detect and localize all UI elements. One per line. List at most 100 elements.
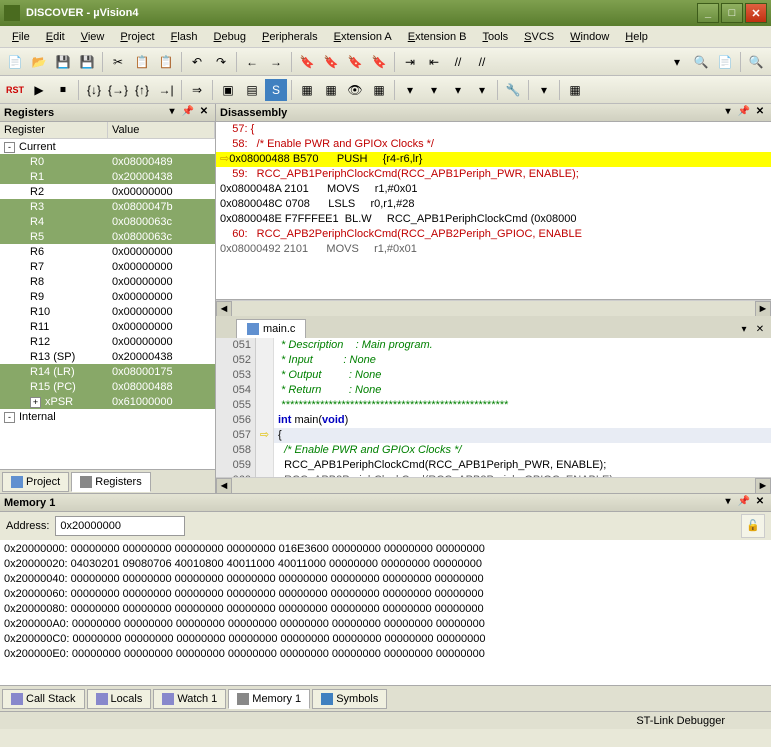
- memory-window-icon[interactable]: ▦: [368, 79, 390, 101]
- menu-window[interactable]: Window: [562, 29, 617, 45]
- source-line[interactable]: {: [274, 428, 771, 443]
- src-dropdown-icon[interactable]: ▾: [737, 324, 751, 338]
- call-stack-icon[interactable]: ▦: [320, 79, 342, 101]
- memory-row[interactable]: 0x20000060: 00000000 00000000 00000000 0…: [4, 587, 767, 602]
- serial-window-icon[interactable]: ▾: [399, 79, 421, 101]
- save-all-icon[interactable]: 💾: [76, 51, 98, 73]
- register-row[interactable]: -Current: [0, 139, 215, 154]
- memory-view[interactable]: 0x20000000: 00000000 00000000 00000000 0…: [0, 540, 771, 685]
- menu-edit[interactable]: Edit: [38, 29, 73, 45]
- register-row[interactable]: R15 (PC)0x08000488: [0, 379, 215, 394]
- address-input[interactable]: [55, 516, 185, 536]
- menu-peripherals[interactable]: Peripherals: [254, 29, 326, 45]
- undo-icon[interactable]: ↶: [186, 51, 208, 73]
- register-row[interactable]: R14 (LR)0x08000175: [0, 364, 215, 379]
- tree-expander[interactable]: -: [4, 412, 15, 423]
- disasm-line[interactable]: 60: RCC_APB2PeriphClockCmd(RCC_APB2Perip…: [216, 227, 771, 242]
- indent-icon[interactable]: ⇥: [399, 51, 421, 73]
- close-button[interactable]: ✕: [745, 3, 767, 23]
- register-row[interactable]: R80x00000000: [0, 274, 215, 289]
- tab-project[interactable]: Project: [2, 472, 69, 492]
- bookmark-icon[interactable]: 🔖: [296, 51, 318, 73]
- register-row[interactable]: R40x0800063c: [0, 214, 215, 229]
- tab-memory-1[interactable]: Memory 1: [228, 689, 310, 709]
- menu-help[interactable]: Help: [617, 29, 656, 45]
- reg-header-name[interactable]: Register: [0, 122, 108, 138]
- find-in-files-icon[interactable]: 📄: [714, 51, 736, 73]
- disassembly-view[interactable]: 57: { 58: /* Enable PWR and GPIOx Clocks…: [216, 122, 771, 300]
- disasm-window-icon[interactable]: ▤: [241, 79, 263, 101]
- disasm-line[interactable]: 59: RCC_APB1PeriphClockCmd(RCC_APB1Perip…: [216, 167, 771, 182]
- memory-row[interactable]: 0x20000040: 00000000 00000000 00000000 0…: [4, 572, 767, 587]
- fold-gutter[interactable]: ⇨: [256, 338, 274, 477]
- new-file-icon[interactable]: 📄: [4, 51, 26, 73]
- memory-row[interactable]: 0x200000A0: 00000000 00000000 00000000 0…: [4, 617, 767, 632]
- step-into-icon[interactable]: {↓}: [83, 79, 105, 101]
- source-editor[interactable]: 051052053054055056057058059060 ⇨ * Descr…: [216, 338, 771, 477]
- register-row[interactable]: -Internal: [0, 409, 215, 424]
- peripherals-icon[interactable]: ▦: [564, 79, 586, 101]
- disasm-line[interactable]: 0x08000492 2101 MOVS r1,#0x01: [216, 242, 771, 257]
- menu-file[interactable]: File: [4, 29, 38, 45]
- scroll-right-icon[interactable]: ►: [755, 301, 771, 317]
- bookmark-clear-icon[interactable]: 🔖: [368, 51, 390, 73]
- source-line[interactable]: int main(void): [274, 413, 771, 428]
- watch-window-icon[interactable]: 👁: [344, 79, 366, 101]
- bookmark-next-icon[interactable]: 🔖: [344, 51, 366, 73]
- register-row[interactable]: R30x0800047b: [0, 199, 215, 214]
- register-row[interactable]: R50x0800063c: [0, 229, 215, 244]
- disasm-close-icon[interactable]: ✕: [753, 106, 767, 120]
- minimize-button[interactable]: _: [697, 3, 719, 23]
- memory-row[interactable]: 0x20000080: 00000000 00000000 00000000 0…: [4, 602, 767, 617]
- source-line[interactable]: * Input : None: [274, 353, 771, 368]
- command-window-icon[interactable]: ▣: [217, 79, 239, 101]
- memory-row[interactable]: 0x200000C0: 00000000 00000000 00000000 0…: [4, 632, 767, 647]
- reset-icon[interactable]: RST: [4, 79, 26, 101]
- register-row[interactable]: R90x00000000: [0, 289, 215, 304]
- register-row[interactable]: R100x00000000: [0, 304, 215, 319]
- reg-header-value[interactable]: Value: [108, 122, 215, 138]
- memory-row[interactable]: 0x20000020: 04030201 09080706 40010800 4…: [4, 557, 767, 572]
- source-line[interactable]: RCC_APB1PeriphClockCmd(RCC_APB1Periph_PW…: [274, 458, 771, 473]
- src-scrollbar[interactable]: ◄ ►: [216, 477, 771, 493]
- disasm-scrollbar[interactable]: ◄ ►: [216, 300, 771, 316]
- outdent-icon[interactable]: ⇤: [423, 51, 445, 73]
- register-row[interactable]: R70x00000000: [0, 259, 215, 274]
- analysis-icon[interactable]: ▾: [423, 79, 445, 101]
- menu-extension-a[interactable]: Extension A: [326, 29, 400, 45]
- disasm-pin-icon[interactable]: 📌: [737, 106, 751, 120]
- find-icon[interactable]: 🔍: [690, 51, 712, 73]
- menu-tools[interactable]: Tools: [474, 29, 516, 45]
- show-next-icon[interactable]: ⇒: [186, 79, 208, 101]
- run-icon[interactable]: ▶: [28, 79, 50, 101]
- src-scroll-right-icon[interactable]: ►: [755, 478, 771, 494]
- uncomment-icon[interactable]: //: [471, 51, 493, 73]
- scroll-left-icon[interactable]: ◄: [216, 301, 232, 317]
- disasm-dropdown-icon[interactable]: ▾: [721, 106, 735, 120]
- trace-icon[interactable]: ▾: [447, 79, 469, 101]
- disasm-line[interactable]: 57: {: [216, 122, 771, 137]
- register-row[interactable]: R00x08000489: [0, 154, 215, 169]
- register-row[interactable]: R13 (SP)0x20000438: [0, 349, 215, 364]
- run-to-cursor-icon[interactable]: →|: [155, 79, 177, 101]
- panel-close-icon[interactable]: ✕: [197, 106, 211, 120]
- lock-icon[interactable]: 🔓: [741, 514, 765, 538]
- save-icon[interactable]: 💾: [52, 51, 74, 73]
- register-row[interactable]: R10x20000438: [0, 169, 215, 184]
- tab-symbols[interactable]: Symbols: [312, 689, 387, 709]
- disasm-line[interactable]: ⇨0x08000488 B570 PUSH {r4-r6,lr}: [216, 152, 771, 167]
- menu-flash[interactable]: Flash: [163, 29, 206, 45]
- menu-extension-b[interactable]: Extension B: [400, 29, 475, 45]
- register-row[interactable]: +xPSR0x61000000: [0, 394, 215, 409]
- menu-project[interactable]: Project: [112, 29, 162, 45]
- nav-back-icon[interactable]: ←: [241, 51, 263, 73]
- copy-icon[interactable]: 📋: [131, 51, 153, 73]
- src-close-icon[interactable]: ✕: [753, 324, 767, 338]
- mem-pin-icon[interactable]: 📌: [737, 496, 751, 510]
- stop-icon[interactable]: ⏹: [52, 79, 74, 101]
- debug-icon[interactable]: 🔍: [745, 51, 767, 73]
- debug-settings-icon[interactable]: ▾: [533, 79, 555, 101]
- memory-row[interactable]: 0x20000000: 00000000 00000000 00000000 0…: [4, 542, 767, 557]
- bookmark-prev-icon[interactable]: 🔖: [320, 51, 342, 73]
- tree-expander[interactable]: +: [30, 397, 41, 408]
